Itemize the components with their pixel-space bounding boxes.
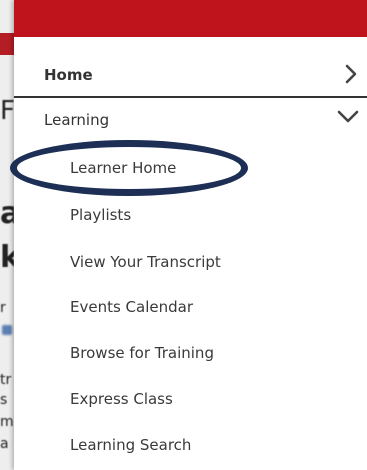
background-text: a xyxy=(0,436,9,452)
navigation-drawer: Home Learning Learner Home Playlists Vie… xyxy=(10,0,367,470)
nav-item-learning[interactable]: Learning xyxy=(14,103,367,137)
submenu-item-learner-home[interactable]: Learner Home xyxy=(70,155,176,181)
submenu-item-browse-training[interactable]: Browse for Training xyxy=(70,340,214,366)
submenu-item-express-class[interactable]: Express Class xyxy=(70,386,173,412)
background-text: s xyxy=(0,392,8,408)
background-text: F xyxy=(0,96,14,126)
nav-item-learning-label: Learning xyxy=(44,111,110,129)
chevron-right-icon xyxy=(345,64,357,84)
submenu-item-playlists[interactable]: Playlists xyxy=(70,202,131,228)
submenu-item-view-transcript[interactable]: View Your Transcript xyxy=(70,249,221,275)
background-text: k xyxy=(0,240,14,275)
submenu-item-events-calendar[interactable]: Events Calendar xyxy=(70,294,193,320)
nav-item-home[interactable]: Home xyxy=(14,54,367,95)
background-text: r xyxy=(0,300,6,316)
background-link-mark xyxy=(2,325,12,335)
background-text: m xyxy=(0,414,14,430)
submenu-item-learning-search[interactable]: Learning Search xyxy=(70,432,191,458)
drawer-header-bar xyxy=(14,0,367,37)
nav-item-home-label: Home xyxy=(44,65,93,84)
divider xyxy=(14,96,367,98)
chevron-down-icon xyxy=(337,110,359,124)
background-text: a xyxy=(0,196,14,231)
background-page: F a k r tr s m a xyxy=(0,0,14,470)
background-text: tr xyxy=(0,372,12,388)
background-header-band xyxy=(0,33,14,55)
